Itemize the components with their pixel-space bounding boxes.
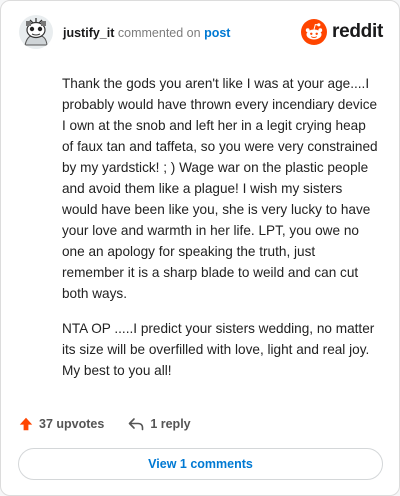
reply-count: 1 reply <box>150 417 191 431</box>
reddit-logo[interactable]: reddit <box>301 19 383 45</box>
reply-button[interactable]: 1 reply <box>128 417 191 431</box>
user-avatar-icon[interactable] <box>19 15 53 49</box>
reply-arrow-icon <box>129 418 144 431</box>
comment-byline: justify_it commented on post <box>63 26 230 40</box>
post-link[interactable]: post <box>204 26 230 40</box>
comment-paragraph: NTA OP .....I predict your sisters weddi… <box>62 321 375 378</box>
view-comments-button[interactable]: View 1 comments <box>18 448 383 480</box>
reddit-wordmark: reddit <box>332 21 383 42</box>
upvote-arrow-icon <box>19 417 33 431</box>
comment-header: justify_it commented on post reddit <box>19 15 383 55</box>
reddit-logo-icon <box>301 19 328 45</box>
commented-on-text: commented on <box>117 26 201 40</box>
username-link[interactable]: justify_it <box>63 26 114 40</box>
comment-body: Thank the gods you aren't like I was at … <box>62 73 380 395</box>
comment-paragraph: Thank the gods you aren't like I was at … <box>62 76 378 301</box>
comment-card: justify_it commented on post reddit Than… <box>0 0 400 496</box>
comment-footer: 37 upvotes 1 reply <box>19 414 215 434</box>
upvote-count: 37 upvotes <box>39 417 105 431</box>
upvote-button[interactable]: 37 upvotes <box>19 417 104 431</box>
